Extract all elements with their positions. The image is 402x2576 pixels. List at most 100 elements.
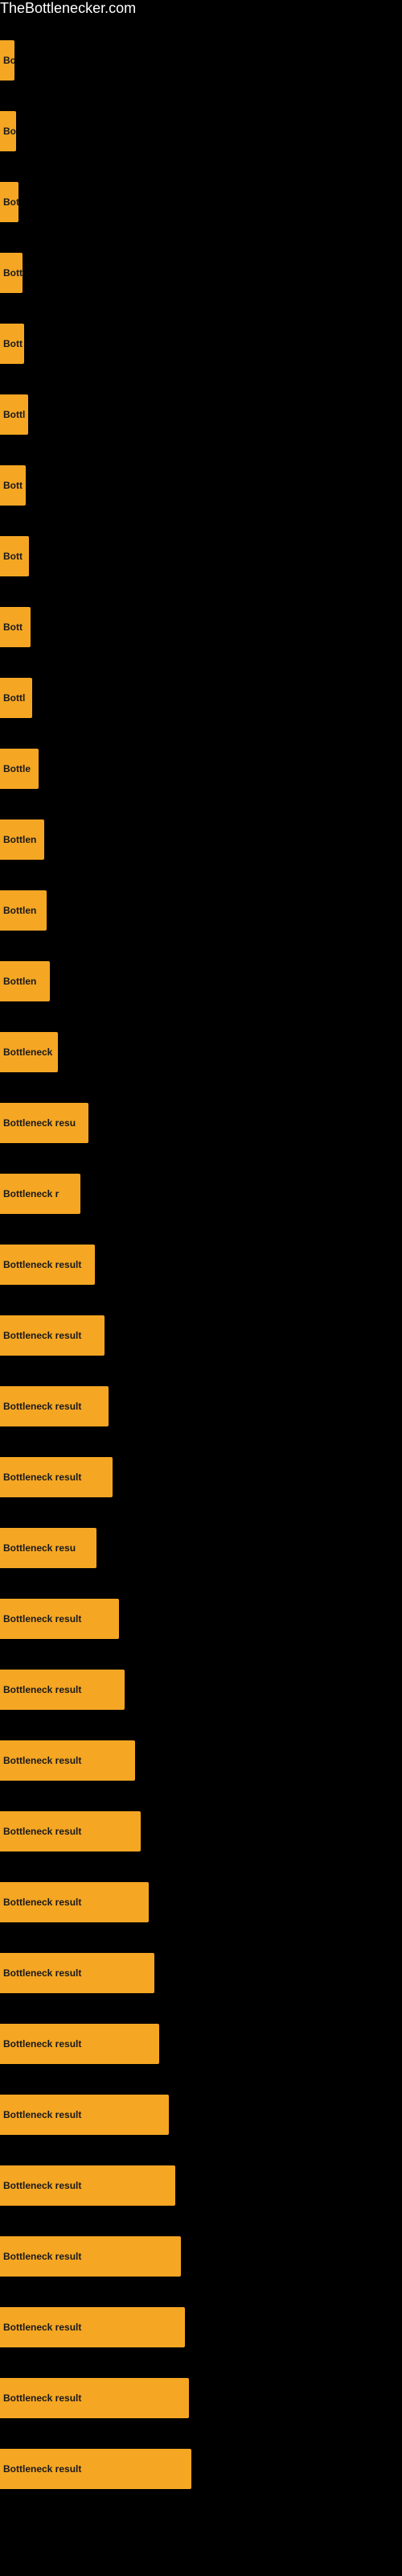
bar-label: Bottleneck result bbox=[3, 2251, 81, 2262]
bar-item: Bottleneck result bbox=[0, 2165, 175, 2206]
bar-label: Bottlen bbox=[3, 905, 36, 916]
bar-row: Bottleneck result bbox=[0, 1371, 402, 1442]
bar-label: Bottleneck result bbox=[3, 2180, 81, 2191]
bar-item: Bottleneck result bbox=[0, 1953, 154, 1993]
site-title: TheBottlenecker.com bbox=[0, 0, 136, 23]
bar-row: Bo bbox=[0, 96, 402, 167]
bar-item: Bottleneck result bbox=[0, 1740, 135, 1781]
bar-item: Bott bbox=[0, 324, 24, 364]
bar-item: Bottleneck result bbox=[0, 1386, 109, 1426]
bar-label: Bottleneck result bbox=[3, 2109, 81, 2120]
bar-item: Bottleneck result bbox=[0, 2024, 159, 2064]
bar-row: Bottl bbox=[0, 379, 402, 450]
bar-item: Bottleneck result bbox=[0, 1882, 149, 1922]
bar-label: Bott bbox=[3, 621, 23, 633]
bar-row: Bottleneck r bbox=[0, 1158, 402, 1229]
bar-item: Bottleneck resu bbox=[0, 1528, 96, 1568]
bar-label: Bo bbox=[3, 55, 14, 66]
bar-label: Bottleneck result bbox=[3, 1613, 81, 1624]
bar-row: Bottlen bbox=[0, 804, 402, 875]
bar-row: Bottleneck result bbox=[0, 1583, 402, 1654]
bar-row: Bottleneck result bbox=[0, 2008, 402, 2079]
bar-label: Bottleneck result bbox=[3, 1259, 81, 1270]
bar-row: Bo bbox=[0, 25, 402, 96]
bar-item: Bott bbox=[0, 607, 31, 647]
bar-item: Bott bbox=[0, 536, 29, 576]
bar-row: Bottlen bbox=[0, 875, 402, 946]
bar-label: Bottleneck result bbox=[3, 1897, 81, 1908]
bar-item: Bottleneck result bbox=[0, 2095, 169, 2135]
bar-item: Bottleneck result bbox=[0, 1457, 113, 1497]
bar-label: Bot bbox=[3, 196, 18, 208]
bar-label: Bottleneck result bbox=[3, 1967, 81, 1979]
site-title-bar: TheBottlenecker.com bbox=[0, 0, 402, 17]
bar-row: Bottlen bbox=[0, 946, 402, 1017]
bar-item: Bott bbox=[0, 253, 23, 293]
bar-item: Bott bbox=[0, 465, 26, 506]
bar-row: Bottleneck result bbox=[0, 2079, 402, 2150]
bar-label: Bottleneck result bbox=[3, 2038, 81, 2050]
bar-row: Bott bbox=[0, 592, 402, 663]
bar-label: Bottl bbox=[3, 409, 25, 420]
bar-item: Bottleneck r bbox=[0, 1174, 80, 1214]
bar-row: Bottleneck result bbox=[0, 1725, 402, 1796]
bar-label: Bottlen bbox=[3, 976, 36, 987]
bar-label: Bottleneck bbox=[3, 1046, 52, 1058]
bar-item: Bottle bbox=[0, 749, 39, 789]
bar-item: Bottl bbox=[0, 678, 32, 718]
bar-row: Bott bbox=[0, 521, 402, 592]
bar-item: Bottl bbox=[0, 394, 28, 435]
bar-item: Bottleneck result bbox=[0, 2307, 185, 2347]
bar-label: Bo bbox=[3, 126, 16, 137]
bar-label: Bottl bbox=[3, 692, 25, 704]
bar-label: Bottleneck r bbox=[3, 1188, 59, 1199]
bar-item: Bottleneck result bbox=[0, 1811, 141, 1852]
bar-item: Bottleneck result bbox=[0, 1245, 95, 1285]
bar-row: Bott bbox=[0, 450, 402, 521]
bar-label: Bott bbox=[3, 480, 23, 491]
bar-row: Bott bbox=[0, 308, 402, 379]
bar-label: Bott bbox=[3, 338, 23, 349]
bar-label: Bottleneck result bbox=[3, 1472, 81, 1483]
bar-label: Bott bbox=[3, 551, 23, 562]
bar-item: Bottleneck resu bbox=[0, 1103, 88, 1143]
bar-item: Bottleneck bbox=[0, 1032, 58, 1072]
bar-row: Bottleneck result bbox=[0, 1442, 402, 1513]
bar-row: Bottle bbox=[0, 733, 402, 804]
bar-row: Bottleneck result bbox=[0, 2434, 402, 2504]
bars-container: Bo Bo Bot Bott Bott Bottl Bott Bott Bott Bottl Bot… bbox=[0, 17, 402, 2512]
bar-row: Bot bbox=[0, 167, 402, 237]
bar-row: Bottleneck result bbox=[0, 1300, 402, 1371]
bar-label: Bottlen bbox=[3, 834, 36, 845]
bar-item: Bottlen bbox=[0, 890, 47, 931]
bar-label: Bottleneck result bbox=[3, 2463, 81, 2475]
bar-row: Bottleneck result bbox=[0, 2221, 402, 2292]
bar-row: Bottl bbox=[0, 663, 402, 733]
bar-row: Bottleneck result bbox=[0, 1796, 402, 1867]
bar-row: Bottleneck result bbox=[0, 2292, 402, 2363]
bar-item: Bot bbox=[0, 182, 18, 222]
bar-item: Bo bbox=[0, 111, 16, 151]
bar-row: Bottleneck result bbox=[0, 1867, 402, 1938]
bar-row: Bottleneck result bbox=[0, 1938, 402, 2008]
bar-item: Bo bbox=[0, 40, 14, 80]
bar-item: Bottlen bbox=[0, 819, 44, 860]
bar-item: Bottleneck result bbox=[0, 1599, 119, 1639]
bar-item: Bottleneck result bbox=[0, 2449, 191, 2489]
bar-label: Bottleneck result bbox=[3, 2392, 81, 2404]
bar-item: Bottleneck result bbox=[0, 2378, 189, 2418]
bar-label: Bottle bbox=[3, 763, 31, 774]
bar-label: Bottleneck result bbox=[3, 1684, 81, 1695]
bar-item: Bottleneck result bbox=[0, 1315, 105, 1356]
bar-label: Bottleneck result bbox=[3, 1401, 81, 1412]
bar-label: Bottleneck result bbox=[3, 2322, 81, 2333]
bar-row: Bottleneck resu bbox=[0, 1088, 402, 1158]
bar-row: Bottleneck bbox=[0, 1017, 402, 1088]
bar-item: Bottlen bbox=[0, 961, 50, 1001]
bar-item: Bottleneck result bbox=[0, 2236, 181, 2277]
bar-row: Bottleneck result bbox=[0, 1229, 402, 1300]
bar-label: Bottleneck result bbox=[3, 1330, 81, 1341]
bar-label: Bottleneck result bbox=[3, 1755, 81, 1766]
bar-label: Bott bbox=[3, 267, 23, 279]
bar-row: Bottleneck result bbox=[0, 2363, 402, 2434]
